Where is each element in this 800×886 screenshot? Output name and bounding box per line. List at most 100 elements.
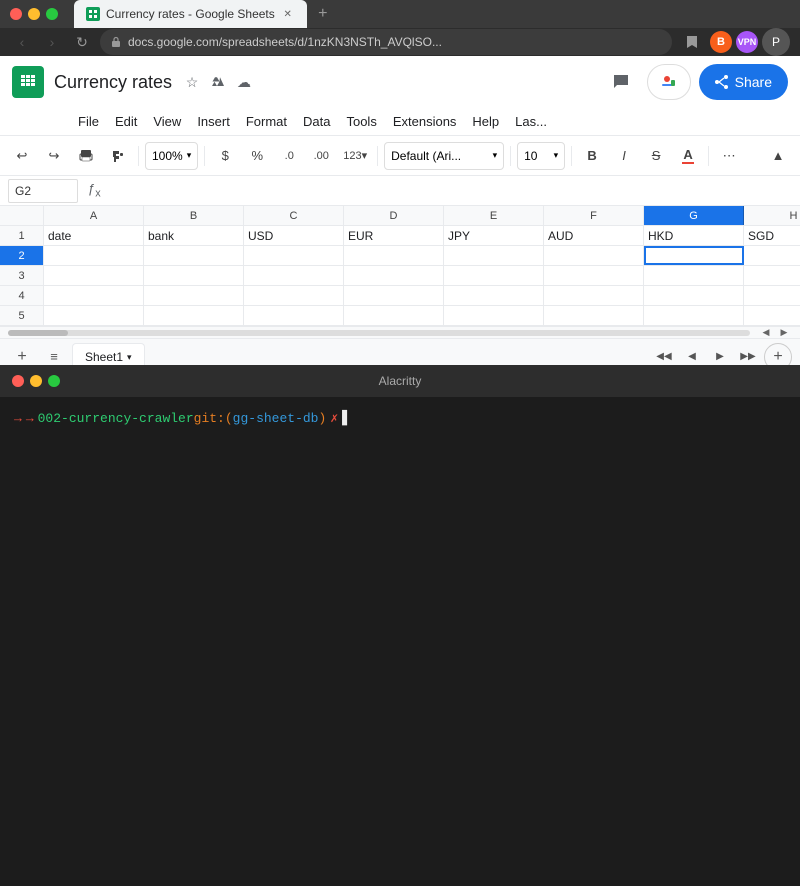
menu-help[interactable]: Help <box>464 108 507 136</box>
cell-c5[interactable] <box>244 306 344 325</box>
cell-c2[interactable] <box>244 246 344 265</box>
cell-c1[interactable]: USD <box>244 226 344 245</box>
col-header-f[interactable]: F <box>544 206 644 225</box>
active-tab[interactable]: Currency rates - Google Sheets ✕ <box>74 0 307 28</box>
cell-d1[interactable]: EUR <box>344 226 444 245</box>
cell-g5[interactable] <box>644 306 744 325</box>
font-selector[interactable]: Default (Ari... ▾ <box>384 142 504 170</box>
menu-format[interactable]: Format <box>238 108 295 136</box>
cell-b5[interactable] <box>144 306 244 325</box>
cell-f1[interactable]: AUD <box>544 226 644 245</box>
row-header-2[interactable]: 2 <box>0 246 44 265</box>
cell-a5[interactable] <box>44 306 144 325</box>
text-color-button[interactable]: A <box>674 142 702 170</box>
cell-h4[interactable] <box>744 286 800 305</box>
reload-button[interactable]: ↻ <box>70 30 94 54</box>
cell-b1[interactable]: bank <box>144 226 244 245</box>
menu-last-edit[interactable]: Las... <box>507 108 555 136</box>
forward-button[interactable]: › <box>40 30 64 54</box>
cell-b4[interactable] <box>144 286 244 305</box>
cell-e1[interactable]: JPY <box>444 226 544 245</box>
font-size-selector[interactable]: 10 ▾ <box>517 142 565 170</box>
formula-input[interactable] <box>111 179 792 203</box>
col-header-a[interactable]: A <box>44 206 144 225</box>
maximize-button[interactable] <box>46 8 58 20</box>
decimal-decrease-button[interactable]: .0 <box>275 142 303 170</box>
minimize-button[interactable] <box>28 8 40 20</box>
cell-h1[interactable]: SGD <box>744 226 800 245</box>
cell-g2[interactable] <box>644 246 744 265</box>
cell-e3[interactable] <box>444 266 544 285</box>
cell-f2[interactable] <box>544 246 644 265</box>
drive-icon[interactable] <box>208 72 228 92</box>
terminal-close-button[interactable] <box>12 375 24 387</box>
collapse-toolbar-button[interactable]: ▲ <box>764 142 792 170</box>
cell-a2[interactable] <box>44 246 144 265</box>
menu-file[interactable]: File <box>70 108 107 136</box>
cell-e2[interactable] <box>444 246 544 265</box>
menu-insert[interactable]: Insert <box>189 108 238 136</box>
redo-button[interactable]: ↪ <box>40 142 68 170</box>
cell-h3[interactable] <box>744 266 800 285</box>
italic-button[interactable]: I <box>610 142 638 170</box>
cell-a3[interactable] <box>44 266 144 285</box>
new-tab-button[interactable]: + <box>311 2 335 26</box>
terminal-minimize-button[interactable] <box>30 375 42 387</box>
meet-button[interactable] <box>647 64 691 100</box>
cell-g4[interactable] <box>644 286 744 305</box>
close-button[interactable] <box>10 8 22 20</box>
number-format-button[interactable]: 123▾ <box>339 142 371 170</box>
cell-b2[interactable] <box>144 246 244 265</box>
star-icon[interactable]: ☆ <box>182 72 202 92</box>
cell-e4[interactable] <box>444 286 544 305</box>
cell-d2[interactable] <box>344 246 444 265</box>
menu-extensions[interactable]: Extensions <box>385 108 465 136</box>
col-header-g[interactable]: G <box>644 206 744 225</box>
print-button[interactable] <box>72 142 100 170</box>
cell-e5[interactable] <box>444 306 544 325</box>
row-header-5[interactable]: 5 <box>0 306 44 325</box>
col-header-c[interactable]: C <box>244 206 344 225</box>
percent-button[interactable]: % <box>243 142 271 170</box>
undo-button[interactable]: ↩ <box>8 142 36 170</box>
zoom-selector[interactable]: 100% ▾ <box>145 142 198 170</box>
terminal-maximize-button[interactable] <box>48 375 60 387</box>
cell-d5[interactable] <box>344 306 444 325</box>
cell-a1[interactable]: date <box>44 226 144 245</box>
cell-a4[interactable] <box>44 286 144 305</box>
terminal-content[interactable]: → → 002-currency-crawler git:( gg-sheet-… <box>0 397 800 886</box>
currency-button[interactable]: $ <box>211 142 239 170</box>
share-button[interactable]: Share <box>699 64 788 100</box>
profile-button[interactable]: P <box>762 28 790 56</box>
col-header-b[interactable]: B <box>144 206 244 225</box>
scroll-right-button[interactable]: ▶ <box>776 327 792 339</box>
row-header-3[interactable]: 3 <box>0 266 44 285</box>
cell-h5[interactable] <box>744 306 800 325</box>
cell-d3[interactable] <box>344 266 444 285</box>
bold-button[interactable]: B <box>578 142 606 170</box>
cell-d4[interactable] <box>344 286 444 305</box>
col-header-e[interactable]: E <box>444 206 544 225</box>
menu-data[interactable]: Data <box>295 108 338 136</box>
cell-c3[interactable] <box>244 266 344 285</box>
row-header-1[interactable]: 1 <box>0 226 44 245</box>
cell-g3[interactable] <box>644 266 744 285</box>
cell-f5[interactable] <box>544 306 644 325</box>
cell-g1[interactable]: HKD <box>644 226 744 245</box>
col-header-d[interactable]: D <box>344 206 444 225</box>
cell-c4[interactable] <box>244 286 344 305</box>
cell-h2[interactable] <box>744 246 800 265</box>
comments-button[interactable] <box>603 64 639 100</box>
menu-edit[interactable]: Edit <box>107 108 145 136</box>
bookmark-button[interactable] <box>678 28 706 56</box>
cloud-save-icon[interactable]: ☁ <box>234 72 254 92</box>
decimal-increase-button[interactable]: .00 <box>307 142 335 170</box>
menu-tools[interactable]: Tools <box>338 108 384 136</box>
cell-f3[interactable] <box>544 266 644 285</box>
url-bar[interactable]: docs.google.com/spreadsheets/d/1nzKN3NST… <box>100 29 672 55</box>
strikethrough-button[interactable]: S <box>642 142 670 170</box>
back-button[interactable]: ‹ <box>10 30 34 54</box>
row-header-4[interactable]: 4 <box>0 286 44 305</box>
horizontal-scrollbar[interactable]: ◀ ▶ <box>0 326 800 338</box>
cell-f4[interactable] <box>544 286 644 305</box>
